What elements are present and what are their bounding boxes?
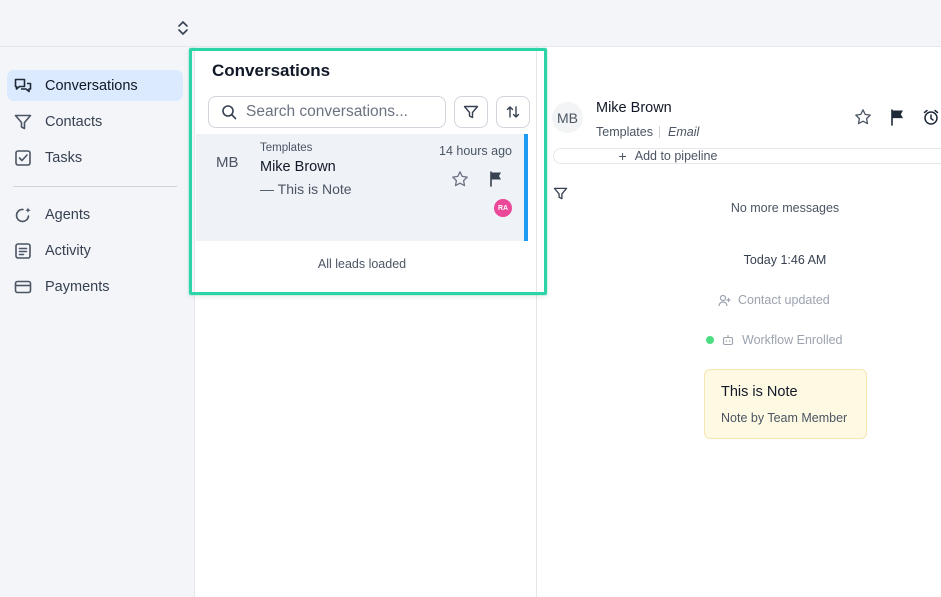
sidebar-item-conversations[interactable]: Conversations [7,70,183,101]
note-title: This is Note [721,384,798,400]
conversation-list-panel [196,47,537,597]
filter-button[interactable] [454,96,488,128]
sidebar-item-agents[interactable]: Agents [7,199,183,230]
selected-indicator [524,134,528,241]
sidebar-item-label: Payments [45,278,110,295]
filter-icon[interactable] [553,186,568,201]
search-input[interactable] [246,103,436,121]
plus-icon: + [618,148,627,164]
flag-icon[interactable] [488,170,504,187]
event-label: Workflow Enrolled [742,333,843,347]
panel-title: Conversations [212,61,331,80]
timeline-timestamp: Today 1:46 AM [743,253,827,267]
event-workflow-enrolled: Workflow Enrolled [706,333,843,347]
conversation-source: Templates [260,142,313,154]
robot-icon [722,335,734,346]
note-author: Note by Team Member [721,411,848,425]
credit-card-icon [13,277,33,297]
star-icon[interactable] [451,170,469,188]
add-to-pipeline-button[interactable]: + Add to pipeline [553,148,941,164]
conversation-item[interactable]: MB Templates Mike Brown — This is Note 1… [196,134,528,241]
funnel-icon [13,112,33,132]
sidebar-item-label: Conversations [45,77,138,94]
sidebar-item-label: Tasks [45,149,83,166]
flag-icon[interactable] [888,108,906,126]
avatar: MB [216,154,239,171]
sparkle-agent-icon [13,205,33,225]
chevron-up-down-icon[interactable] [176,19,190,37]
search-box[interactable] [208,96,446,128]
assignee-badge: RA [494,199,512,217]
sidebar-item-contacts[interactable]: Contacts [7,106,183,137]
sidebar-item-label: Contacts [45,113,103,130]
contact-channel: Email [668,125,700,139]
chat-bubbles-icon [13,76,33,96]
sidebar-item-activity[interactable]: Activity [7,235,183,266]
search-icon [222,105,237,120]
contact-avatar: MB [552,102,583,133]
alarm-clock-icon[interactable] [922,108,940,126]
note-card[interactable]: This is Note Note by Team Member [704,369,867,439]
list-doc-icon [13,241,33,261]
contact-name: Mike Brown [596,100,672,116]
sidebar-item-payments[interactable]: Payments [7,271,183,302]
top-bar [0,0,941,47]
user-plus-icon [718,294,731,306]
conversation-time: 14 hours ago [439,144,512,158]
checkbox-icon [13,148,33,168]
star-icon[interactable] [854,108,872,126]
event-contact-updated: Contact updated [718,293,830,307]
sort-arrows-icon [506,106,520,118]
conversation-preview: — This is Note [260,181,352,197]
divider [659,126,660,138]
no-more-messages: No more messages [730,201,840,215]
status-dot [706,336,714,344]
sidebar-divider [13,186,177,187]
event-label: Contact updated [738,293,830,307]
list-footer-status: All leads loaded [317,257,407,271]
sidebar-item-label: Agents [45,206,91,223]
sidebar-item-tasks[interactable]: Tasks [7,142,183,173]
contact-source: Templates [596,125,653,139]
sort-button[interactable] [496,96,530,128]
add-to-pipeline-label: Add to pipeline [634,149,718,163]
sidebar-item-label: Activity [45,242,91,259]
filter-icon [463,105,479,119]
conversation-name: Mike Brown [260,159,336,175]
